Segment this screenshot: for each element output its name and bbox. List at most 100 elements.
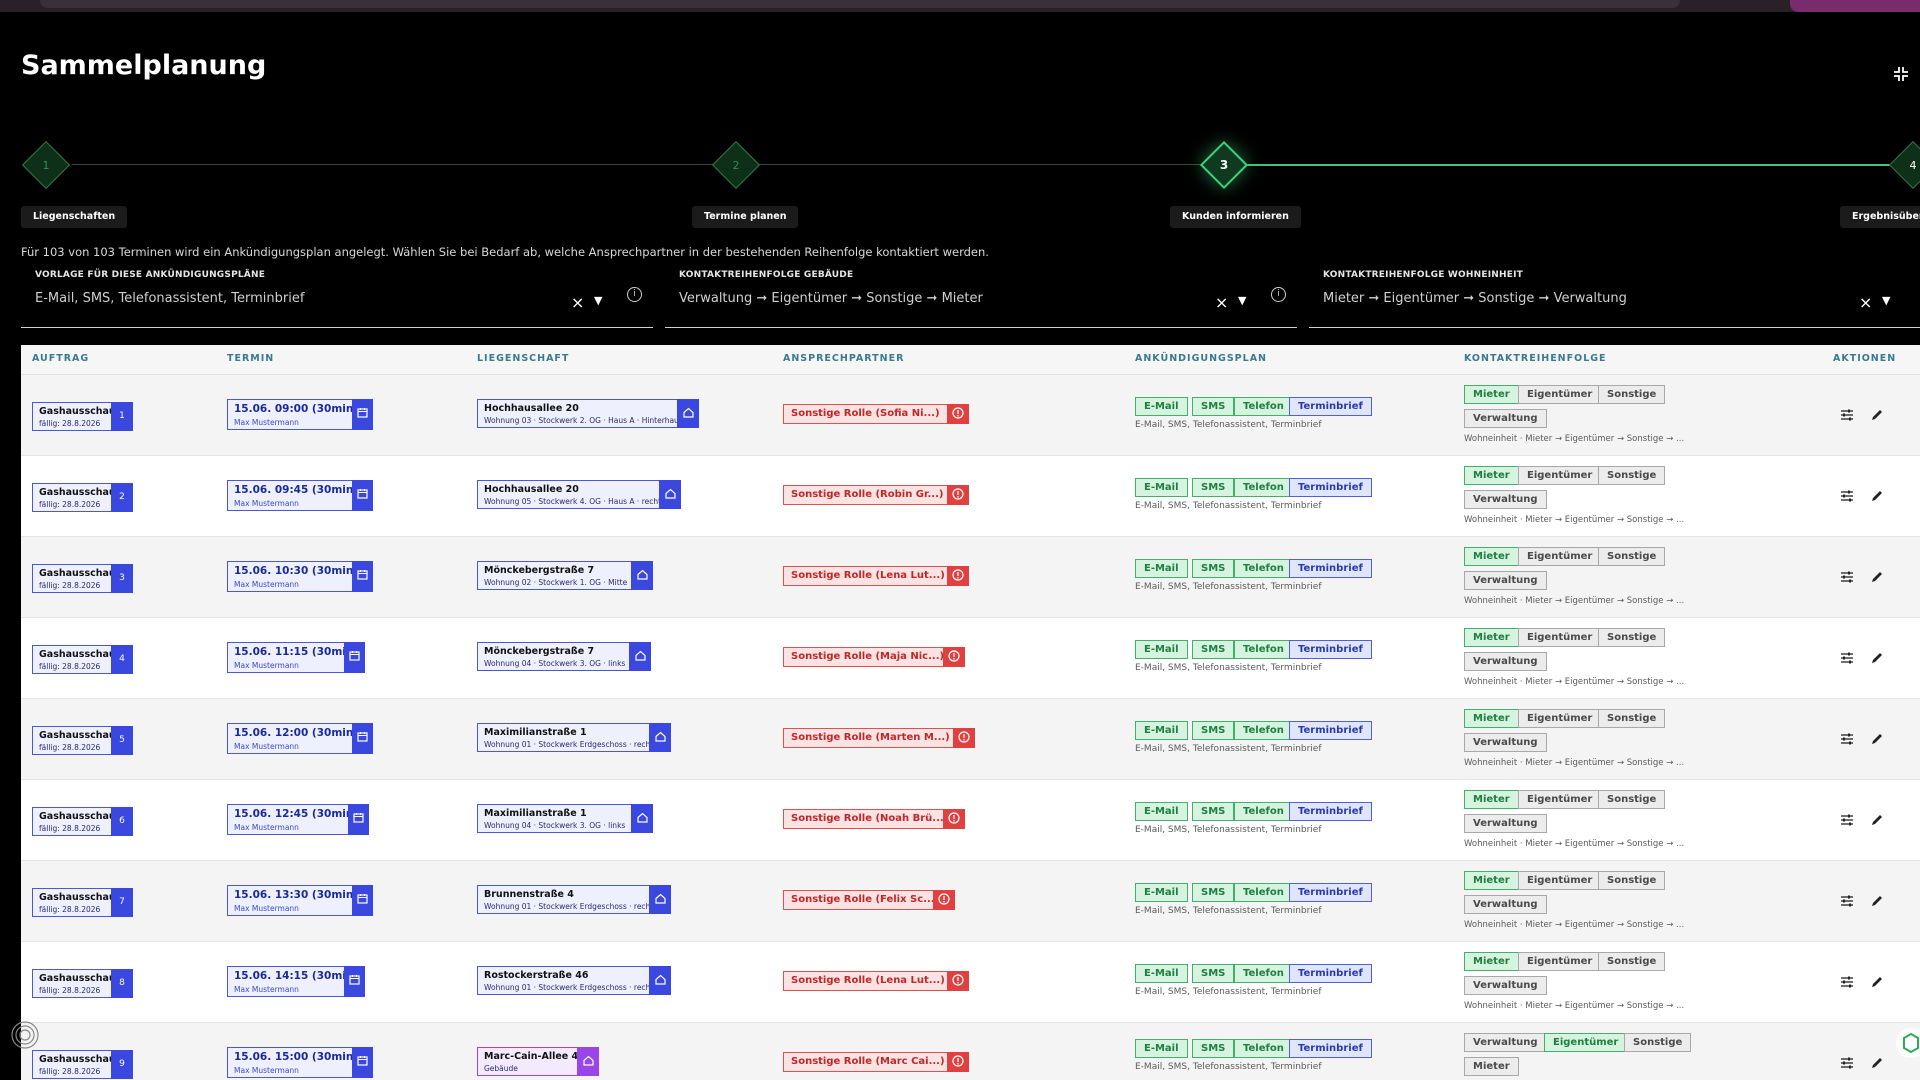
order-tag-sonstige[interactable]: Sonstige [1598, 628, 1666, 647]
plan-tag-email[interactable]: E-Mail [1135, 883, 1188, 902]
order-tag-sonstige[interactable]: Sonstige [1598, 952, 1666, 971]
order-tag-eigentümer[interactable]: Eigentümer [1518, 466, 1602, 485]
order-tag-sonstige[interactable]: Sonstige [1598, 709, 1666, 728]
warning-icon[interactable] [943, 809, 965, 829]
settings-sliders-icon[interactable] [1840, 894, 1854, 908]
contact-chip[interactable]: Sonstige Rolle (Robin Gr...) [783, 485, 969, 505]
contact-chip[interactable]: Sonstige Rolle (Sofia Ni...) [783, 404, 969, 424]
order-tag-eigentümer[interactable]: Eigentümer [1518, 385, 1602, 404]
order-tag-eigentümer[interactable]: Eigentümer [1544, 1033, 1628, 1052]
calendar-icon[interactable] [348, 804, 369, 835]
assistant-badge-icon[interactable] [1896, 1028, 1920, 1058]
auftrag-chip[interactable]: Gashausschau fällig: 28.8.2026 4 [32, 645, 133, 674]
plan-tag-telefon[interactable]: Telefon [1234, 640, 1293, 659]
template-select-unit-order[interactable]: KONTAKTREIHENFOLGE WOHNEINHEIT Mieter ➞ … [1309, 266, 1920, 328]
order-tag-sonstige[interactable]: Sonstige [1598, 790, 1666, 809]
fingerprint-icon[interactable] [10, 1020, 40, 1050]
order-tag-verwaltung[interactable]: Verwaltung [1464, 814, 1547, 833]
contact-chip[interactable]: Sonstige Rolle (Lena Lut...) [783, 566, 969, 586]
order-tag-eigentümer[interactable]: Eigentümer [1518, 628, 1602, 647]
plan-tag-sms[interactable]: SMS [1192, 721, 1235, 740]
edit-pencil-icon[interactable] [1870, 975, 1884, 989]
column-header-ankuendigungsplan[interactable]: ANKÜNDIGUNGSPLAN [1135, 353, 1267, 364]
plan-tag-sms[interactable]: SMS [1192, 964, 1235, 983]
order-tag-sonstige[interactable]: Sonstige [1624, 1033, 1692, 1052]
column-header-auftrag[interactable]: AUFTRAG [32, 353, 89, 364]
order-tag-verwaltung[interactable]: Verwaltung [1464, 733, 1547, 752]
settings-sliders-icon[interactable] [1840, 975, 1854, 989]
warning-icon[interactable] [947, 404, 969, 424]
order-tag-eigentümer[interactable]: Eigentümer [1518, 709, 1602, 728]
plan-tag-telefon[interactable]: Telefon [1234, 721, 1293, 740]
termin-chip[interactable]: 15.06. 14:15 (30min) Max Mustermann [227, 966, 365, 997]
chevron-down-icon[interactable]: ▼ [1882, 294, 1890, 307]
order-tag-mieter[interactable]: Mieter [1464, 466, 1519, 485]
auftrag-number[interactable]: 8 [111, 969, 133, 998]
plan-tag-telefon[interactable]: Telefon [1234, 478, 1293, 497]
calendar-icon[interactable] [352, 480, 373, 511]
plan-tag-sms[interactable]: SMS [1192, 883, 1235, 902]
contact-chip[interactable]: Sonstige Rolle (Felix Sc...) [783, 890, 955, 910]
plan-tag-email[interactable]: E-Mail [1135, 640, 1188, 659]
plan-tag-telefon[interactable]: Telefon [1234, 802, 1293, 821]
template-select-building-order[interactable]: KONTAKTREIHENFOLGE GEBÄUDE Verwaltung ➞ … [665, 266, 1297, 328]
order-tag-mieter[interactable]: Mieter [1464, 628, 1519, 647]
plan-tag-sms[interactable]: SMS [1192, 397, 1235, 416]
termin-chip[interactable]: 15.06. 13:30 (30min) Max Mustermann [227, 885, 373, 916]
plan-tag-telefon[interactable]: Telefon [1234, 397, 1293, 416]
auftrag-number[interactable]: 2 [111, 483, 133, 512]
order-tag-sonstige[interactable]: Sonstige [1598, 547, 1666, 566]
termin-chip[interactable]: 15.06. 09:00 (30min) Max Mustermann [227, 399, 373, 430]
warning-icon[interactable] [953, 728, 975, 748]
termin-chip[interactable]: 15.06. 12:45 (30min) Max Mustermann [227, 804, 369, 835]
auftrag-chip[interactable]: Gashausschau fällig: 28.8.2026 7 [32, 888, 133, 917]
liegenschaft-chip[interactable]: Maximilianstraße 1 Wohnung 01 · Stockwer… [477, 723, 671, 752]
settings-sliders-icon[interactable] [1840, 489, 1854, 503]
edit-pencil-icon[interactable] [1870, 894, 1884, 908]
column-header-kontaktreihenfolge[interactable]: KONTAKTREIHENFOLGE [1464, 353, 1607, 364]
liegenschaft-chip[interactable]: Mönckebergstraße 7 Wohnung 04 · Stockwer… [477, 642, 651, 671]
plan-tag-telefon[interactable]: Telefon [1234, 559, 1293, 578]
clear-icon[interactable]: × [1215, 293, 1228, 312]
plan-tag-terminbrief[interactable]: Terminbrief [1289, 478, 1372, 497]
auftrag-number[interactable]: 1 [111, 402, 133, 431]
order-tag-verwaltung[interactable]: Verwaltung [1464, 895, 1547, 914]
plan-tag-terminbrief[interactable]: Terminbrief [1289, 883, 1372, 902]
auftrag-number[interactable]: 6 [111, 807, 133, 836]
plan-tag-terminbrief[interactable]: Terminbrief [1289, 964, 1372, 983]
liegenschaft-chip[interactable]: Hochhausallee 20 Wohnung 05 · Stockwerk … [477, 480, 681, 509]
liegenschaft-chip[interactable]: Marc-Cain-Allee 4 Gebäude [477, 1047, 599, 1076]
plan-tag-terminbrief[interactable]: Terminbrief [1289, 640, 1372, 659]
chevron-down-icon[interactable]: ▼ [594, 294, 602, 307]
step-2-label[interactable]: Termine planen [692, 206, 799, 228]
warning-icon[interactable] [947, 566, 969, 586]
auftrag-chip[interactable]: Gashausschau fällig: 28.8.2026 9 [32, 1050, 133, 1079]
edit-pencil-icon[interactable] [1870, 570, 1884, 584]
calendar-icon[interactable] [352, 561, 373, 592]
order-tag-verwaltung[interactable]: Verwaltung [1464, 490, 1547, 509]
plan-tag-terminbrief[interactable]: Terminbrief [1289, 721, 1372, 740]
order-tag-mieter[interactable]: Mieter [1464, 385, 1519, 404]
liegenschaft-chip[interactable]: Rostockerstraße 46 Wohnung 01 · Stockwer… [477, 966, 671, 995]
order-tag-mieter[interactable]: Mieter [1464, 547, 1519, 566]
warning-icon[interactable] [947, 1052, 969, 1072]
auftrag-chip[interactable]: Gashausschau fällig: 28.8.2026 1 [32, 402, 133, 431]
edit-pencil-icon[interactable] [1870, 813, 1884, 827]
plan-tag-email[interactable]: E-Mail [1135, 802, 1188, 821]
settings-sliders-icon[interactable] [1840, 732, 1854, 746]
plan-tag-sms[interactable]: SMS [1192, 640, 1235, 659]
template-select-plan[interactable]: VORLAGE FÜR DIESE ANKÜNDIGUNGSPLÄNE E-Ma… [21, 266, 653, 328]
liegenschaft-chip[interactable]: Mönckebergstraße 7 Wohnung 02 · Stockwer… [477, 561, 653, 590]
plan-tag-terminbrief[interactable]: Terminbrief [1289, 802, 1372, 821]
plan-tag-telefon[interactable]: Telefon [1234, 1039, 1293, 1058]
termin-chip[interactable]: 15.06. 11:15 (30min) Max Mustermann [227, 642, 365, 673]
order-tag-verwaltung[interactable]: Verwaltung [1464, 571, 1547, 590]
calendar-icon[interactable] [352, 399, 373, 430]
edit-pencil-icon[interactable] [1870, 1056, 1884, 1070]
info-icon[interactable]: i [627, 287, 642, 302]
plan-tag-telefon[interactable]: Telefon [1234, 964, 1293, 983]
order-tag-sonstige[interactable]: Sonstige [1598, 385, 1666, 404]
warning-icon[interactable] [943, 647, 965, 667]
step-3-label[interactable]: Kunden informieren [1170, 206, 1301, 228]
auftrag-chip[interactable]: Gashausschau fällig: 28.8.2026 3 [32, 564, 133, 593]
